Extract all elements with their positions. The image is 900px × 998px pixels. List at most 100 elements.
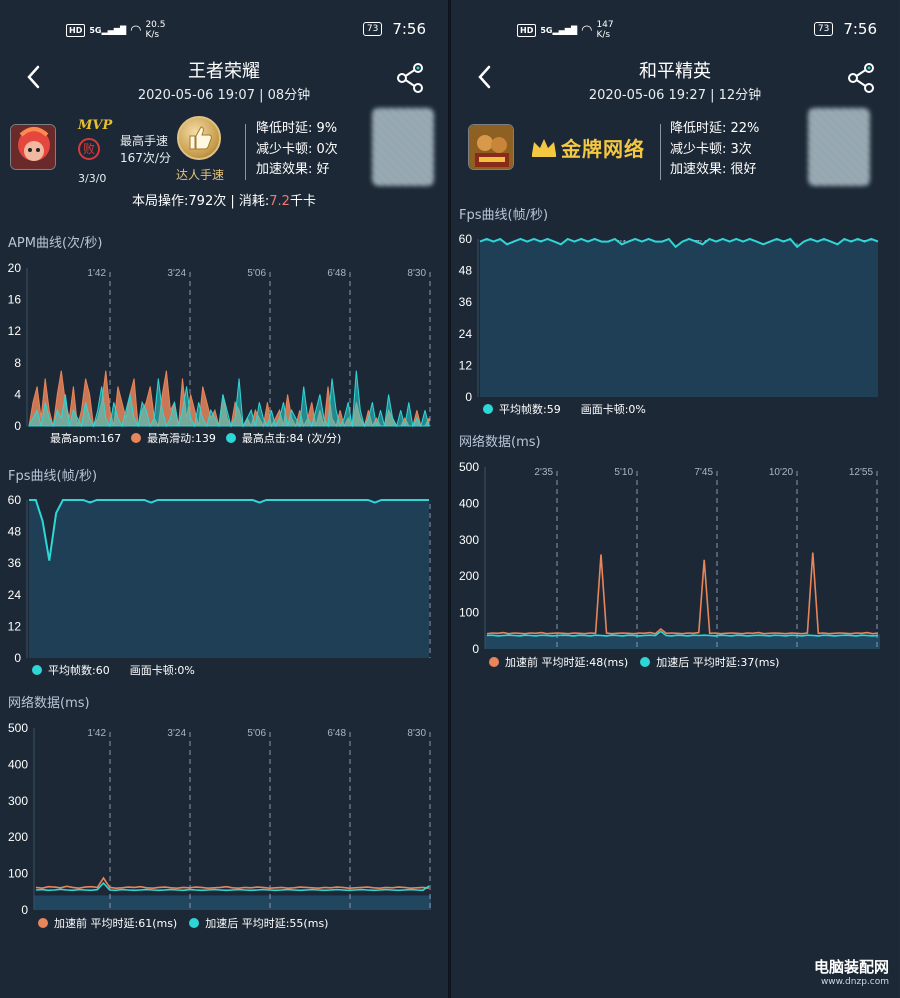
y-tick-label: 200	[8, 830, 28, 844]
y-tick-label: 0	[472, 642, 479, 653]
y-tick-label: 0	[465, 390, 472, 401]
y-tick-label: 12	[8, 619, 22, 633]
defeat-stamp: 败	[78, 138, 100, 160]
x-tick-label: 8'30	[407, 728, 426, 739]
y-tick-label: 8	[14, 356, 21, 370]
x-tick-label: 7'45	[694, 467, 713, 478]
x-tick-label: 8'30	[407, 268, 426, 279]
battery-icon: 73	[362, 22, 383, 36]
acceleration-stats: 降低时延: 9% 减少卡顿: 0次 加速效果: 好	[256, 121, 338, 177]
x-tick-label: 10'20	[769, 467, 794, 478]
x-tick-label: 5'06	[247, 728, 266, 739]
baseline-fill	[34, 895, 431, 910]
kda: 3/3/0	[78, 172, 107, 185]
share-icon	[397, 63, 423, 93]
y-tick-label: 400	[8, 757, 28, 771]
y-tick-label: 24	[8, 588, 22, 602]
page-subtitle: 2020-05-06 19:27 | 12分钟	[588, 88, 762, 103]
series-line	[35, 876, 430, 890]
y-tick-label: 0	[14, 419, 21, 430]
x-tick-label: 1'42	[87, 268, 106, 279]
speed-medal	[177, 116, 221, 160]
top-hand-speed: 最高手速 167次/分	[120, 134, 171, 165]
y-tick-label: 500	[459, 460, 479, 474]
brand-logo: 金牌网络	[561, 137, 645, 161]
network-title: 网络数据(ms)	[8, 696, 90, 711]
y-tick-label: 100	[8, 867, 28, 881]
y-tick-label: 300	[8, 794, 28, 808]
x-tick-label: 3'24	[167, 728, 186, 739]
qr-code	[372, 108, 434, 186]
network-status: HD 5G▂▄▆█ ◠ 20.5 K/s	[66, 20, 165, 40]
left-panel: HD 5G▂▄▆█ ◠ 20.5 K/s 73 7:56 王者荣耀 2020-05…	[0, 0, 448, 998]
y-tick-label: 60	[8, 493, 22, 507]
y-tick-label: 12	[459, 358, 473, 372]
hd-badge: HD	[66, 23, 86, 37]
crown-icon	[532, 139, 556, 157]
network-legend: 加速前 平均时延:61(ms) 加速后 平均时延:55(ms)	[38, 915, 328, 931]
x-tick-label: 6'48	[327, 268, 346, 279]
status-bar: HD 5G▂▄▆█ ◠ 147 K/s 73 7:56	[451, 14, 899, 44]
y-tick-label: 24	[459, 327, 473, 341]
hd-badge: HD	[517, 23, 537, 37]
clock: 7:56	[392, 20, 426, 38]
share-button[interactable]	[394, 60, 426, 96]
net-speed: 147 K/s	[596, 20, 614, 40]
y-tick-label: 100	[459, 606, 479, 620]
net-speed: 20.5 K/s	[145, 20, 166, 40]
ops-summary: 本局操作:792次 | 消耗:7.2千卡	[132, 194, 316, 209]
game-icon	[468, 124, 514, 170]
y-tick-label: 20	[8, 261, 22, 275]
signal-icon: 5G▂▄▆█	[540, 25, 578, 35]
x-tick-label: 6'48	[327, 728, 346, 739]
fps-legend: 平均帧数:60 画面卡顿:0%	[32, 662, 195, 678]
x-tick-label: 5'06	[247, 268, 266, 279]
series-area	[29, 500, 429, 658]
page-subtitle: 2020-05-06 19:07 | 08分钟	[137, 88, 311, 103]
network-chart: 0 100 200 300 400 500 1'42 3'24 5'06 6'48 8'30	[8, 721, 431, 914]
apm-title: APM曲线(次/秒)	[8, 236, 103, 251]
page-title: 王者荣耀	[188, 61, 260, 82]
baseline-fill	[485, 634, 880, 649]
y-tick-label: 48	[459, 264, 473, 278]
y-tick-label: 36	[459, 295, 473, 309]
acceleration-stats: 降低时延: 22% 减少卡顿: 3次 加速效果: 很好	[670, 121, 760, 177]
fps-chart: 012243648602'355'107'4510'2012'55	[459, 232, 879, 401]
divider	[660, 124, 661, 180]
y-tick-label: 48	[8, 525, 22, 539]
fps-title: Fps曲线(帧/秒)	[8, 469, 98, 484]
y-tick-label: 12	[8, 324, 22, 338]
legend-dot-orange	[131, 433, 142, 443]
fps-legend: 平均帧数:59 画面卡顿:0%	[483, 401, 646, 417]
y-tick-label: 200	[459, 569, 479, 583]
x-tick-label: 1'42	[87, 728, 106, 739]
status-right: 73 7:56	[813, 20, 877, 38]
clock: 7:56	[843, 20, 877, 38]
qr-code	[808, 108, 870, 186]
thumbs-up-icon	[189, 126, 212, 150]
hero-avatar	[10, 124, 56, 170]
y-tick-label: 0	[14, 651, 21, 662]
y-tick-label: 16	[8, 293, 22, 307]
medal-label: 达人手速	[176, 168, 225, 182]
apm-legend: 最高apm:167 最高滑动:139 最高点击:84 (次/分)	[50, 432, 342, 445]
y-tick-label: 400	[459, 496, 479, 510]
y-tick-label: 500	[8, 721, 28, 735]
status-bar: HD 5G▂▄▆█ ◠ 20.5 K/s 73 7:56	[0, 14, 448, 44]
x-tick-label: 3'24	[167, 268, 186, 279]
share-button[interactable]	[845, 60, 877, 96]
status-right: 73 7:56	[362, 20, 426, 38]
wifi-icon: ◠	[581, 22, 593, 38]
divider	[245, 124, 246, 180]
x-tick-label: 2'35	[534, 467, 553, 478]
y-tick-label: 0	[21, 903, 28, 914]
y-tick-label: 60	[459, 232, 473, 246]
share-icon	[848, 63, 874, 93]
y-tick-label: 36	[8, 556, 22, 570]
x-tick-label: 12'55	[849, 467, 874, 478]
network-title: 网络数据(ms)	[459, 435, 541, 450]
y-tick-label: 4	[14, 387, 21, 401]
fps-title: Fps曲线(帧/秒)	[459, 208, 549, 223]
series-area	[480, 239, 878, 397]
battery-icon: 73	[813, 22, 834, 36]
